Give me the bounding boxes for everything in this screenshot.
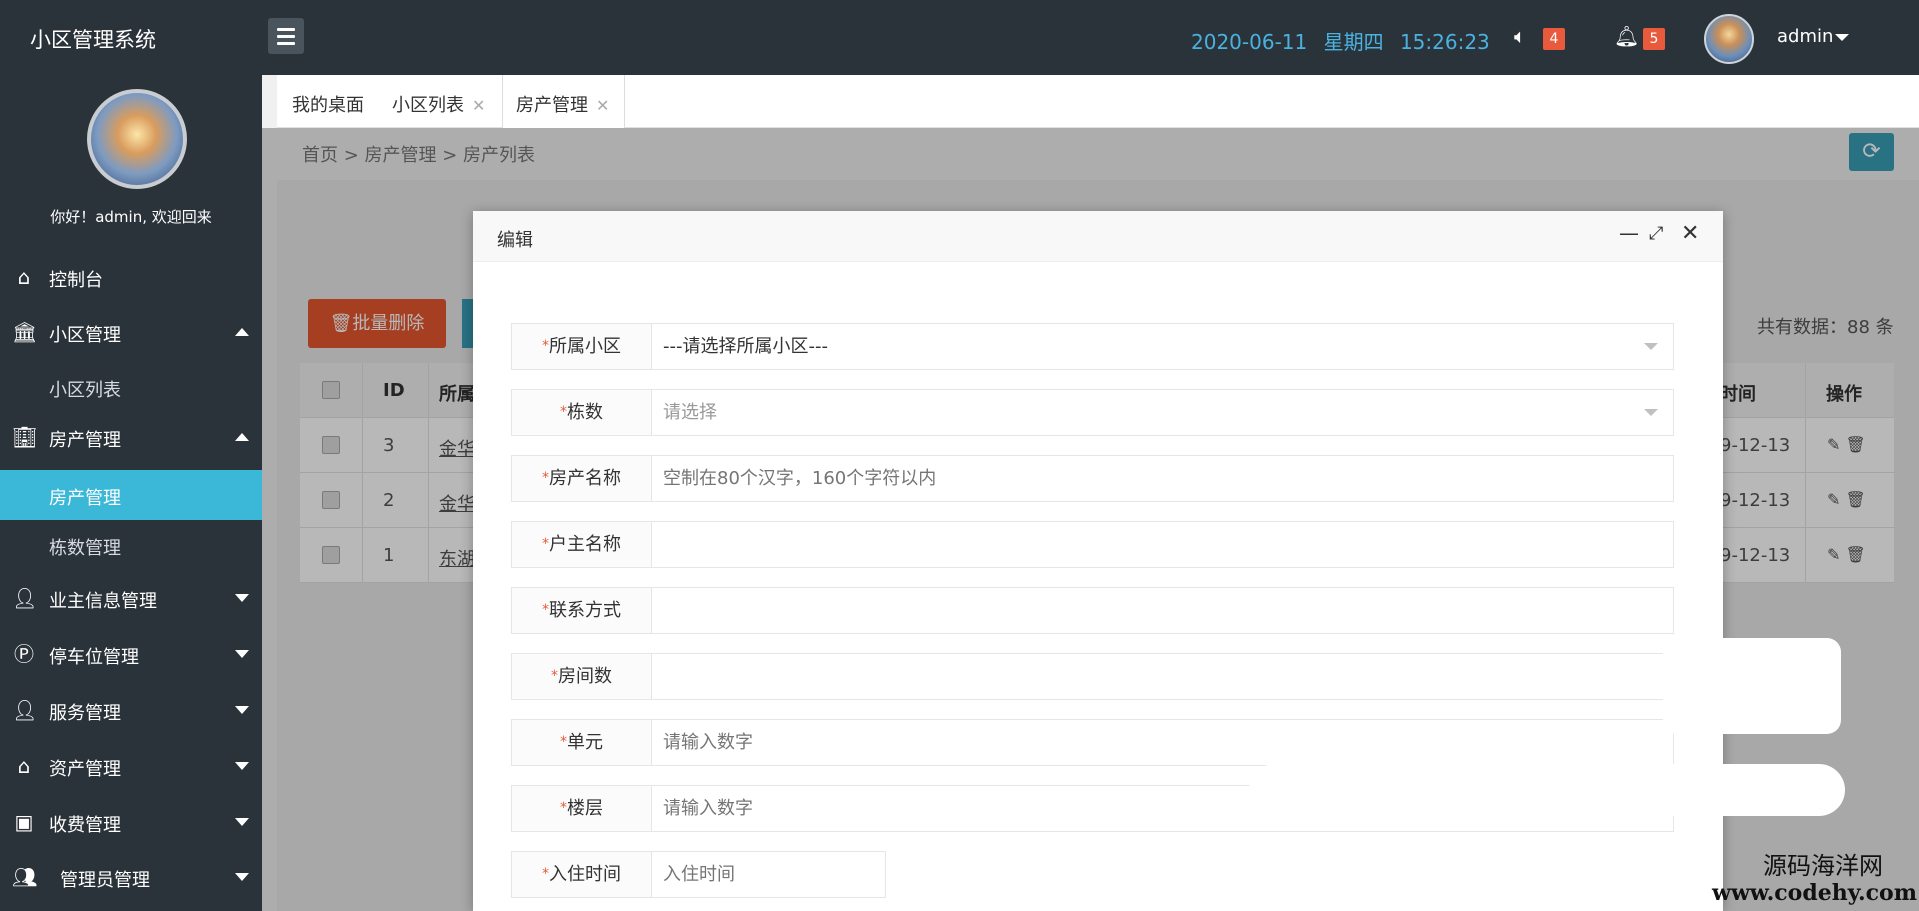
sidebar-item-owner[interactable]: 👤︎ 业主信息管理 (0, 573, 262, 623)
home-icon: ⌂ (17, 265, 31, 289)
unit-input[interactable] (663, 720, 1563, 765)
community-select[interactable]: ---请选择所属小区--- (663, 324, 1563, 369)
date-text: 2020-06-11 (1191, 30, 1308, 54)
chevron-down-icon (1644, 409, 1658, 416)
overlay-patch (1249, 764, 1845, 816)
house-icon: ⌂ (17, 754, 31, 778)
tab-bar: 我的桌面 小区列表 ✕ 房产管理 ✕ (277, 75, 1919, 128)
chevron-down-icon[interactable] (1835, 34, 1849, 41)
sidebar-item-building[interactable]: 栋数管理 (0, 520, 262, 570)
sidebar-item-property-manage[interactable]: 房产管理 (0, 470, 262, 520)
close-icon[interactable]: ✕ (596, 96, 609, 115)
building-select[interactable]: 请选择 (663, 390, 1563, 435)
chevron-down-icon (235, 650, 249, 658)
chevron-down-icon (235, 873, 249, 881)
brand-title: 小区管理系统 (30, 28, 156, 52)
sidebar-avatar (87, 89, 187, 189)
field-checkin-date[interactable]: *入住时间 (511, 851, 886, 898)
parking-icon: Ⓟ (14, 642, 34, 666)
tab-desktop[interactable]: 我的桌面 (277, 75, 377, 128)
dialog-header: 编辑 — ⤢ ✕ (473, 211, 1723, 262)
sidebar-item-console[interactable]: ⌂ 控制台 (0, 252, 262, 302)
chevron-down-icon (235, 762, 249, 770)
service-icon: 👤︎ (12, 698, 38, 722)
menu-toggle-button[interactable] (268, 18, 304, 54)
field-owner-name[interactable]: *户主名称 (511, 521, 1674, 568)
overlay-patch (1663, 638, 1841, 734)
sidebar-item-service[interactable]: 👤︎ 服务管理 (0, 685, 262, 735)
tab-community-list[interactable]: 小区列表 ✕ (377, 75, 497, 128)
chevron-down-icon (235, 706, 249, 714)
close-icon[interactable]: ✕ (472, 96, 485, 115)
office-icon: 🏢︎ (12, 425, 38, 449)
users-icon: 👥︎ (12, 865, 38, 889)
sidebar-item-community[interactable]: 🏛︎ 小区管理 (0, 307, 262, 357)
field-community[interactable]: *所属小区 ---请选择所属小区--- (511, 323, 1674, 370)
sidebar-item-parking[interactable]: Ⓟ 停车位管理 (0, 629, 262, 679)
sidebar-item-community-list[interactable]: 小区列表 (0, 362, 262, 412)
chevron-down-icon (235, 594, 249, 602)
field-rooms[interactable]: *房间数 (511, 653, 1674, 700)
user-menu[interactable]: admin (1777, 26, 1833, 47)
sidebar-item-assets[interactable]: ⌂ 资产管理 (0, 741, 262, 791)
sidebar-item-property[interactable]: 🏢︎ 房产管理 (0, 412, 262, 462)
time-text: 15:26:23 (1399, 30, 1490, 54)
chevron-up-icon (235, 433, 249, 441)
user-icon: 👤︎ (12, 586, 38, 610)
watermark: 源码海洋网 www.codehy.com (1712, 852, 1917, 906)
rooms-input[interactable] (663, 654, 1563, 699)
chevron-down-icon (235, 818, 249, 826)
property-name-input[interactable] (663, 456, 1563, 501)
field-unit[interactable]: *单元 (511, 719, 1674, 766)
owner-name-input[interactable] (663, 522, 1563, 567)
building-icon: 🏛︎ (12, 320, 38, 344)
chevron-up-icon (235, 328, 249, 336)
sidebar-item-fees[interactable]: ▣ 收费管理 (0, 797, 262, 847)
datetime-display: 2020-06-11 星期四 15:26:23 (1191, 26, 1500, 55)
field-property-name[interactable]: *房产名称 (511, 455, 1674, 502)
chevron-down-icon (1644, 343, 1658, 350)
bell-icon[interactable]: 🔔︎ (1614, 24, 1639, 48)
checkin-date-input[interactable] (663, 852, 873, 897)
field-contact[interactable]: *联系方式 (511, 587, 1674, 634)
sidebar: 你好！admin, 欢迎回来 ⌂ 控制台 🏛︎ 小区管理 小区列表 🏢︎ 房产管… (0, 75, 262, 911)
maximize-icon[interactable]: ⤢ (1649, 223, 1663, 244)
speaker-icon[interactable]: 🔈︎ (1514, 24, 1526, 48)
contact-icon: ▣ (14, 810, 34, 834)
minimize-icon[interactable]: — (1619, 221, 1639, 245)
tab-property[interactable]: 房产管理 ✕ (502, 75, 625, 128)
dialog-title: 编辑 (497, 230, 533, 251)
header-avatar[interactable] (1704, 14, 1754, 64)
speaker-badge: 4 (1543, 28, 1565, 50)
top-header: 小区管理系统 2020-06-11 星期四 15:26:23 🔈︎ 4 🔔︎ 5… (0, 0, 1919, 75)
welcome-text: 你好！admin, 欢迎回来 (50, 208, 212, 226)
contact-input[interactable] (663, 588, 1563, 633)
field-building[interactable]: *栋数 请选择 (511, 389, 1674, 436)
bell-badge: 5 (1643, 28, 1665, 50)
close-icon[interactable]: ✕ (1681, 221, 1699, 246)
sidebar-item-admins[interactable]: 👥︎ 管理员管理 (0, 852, 262, 902)
weekday-text: 星期四 (1323, 30, 1384, 54)
